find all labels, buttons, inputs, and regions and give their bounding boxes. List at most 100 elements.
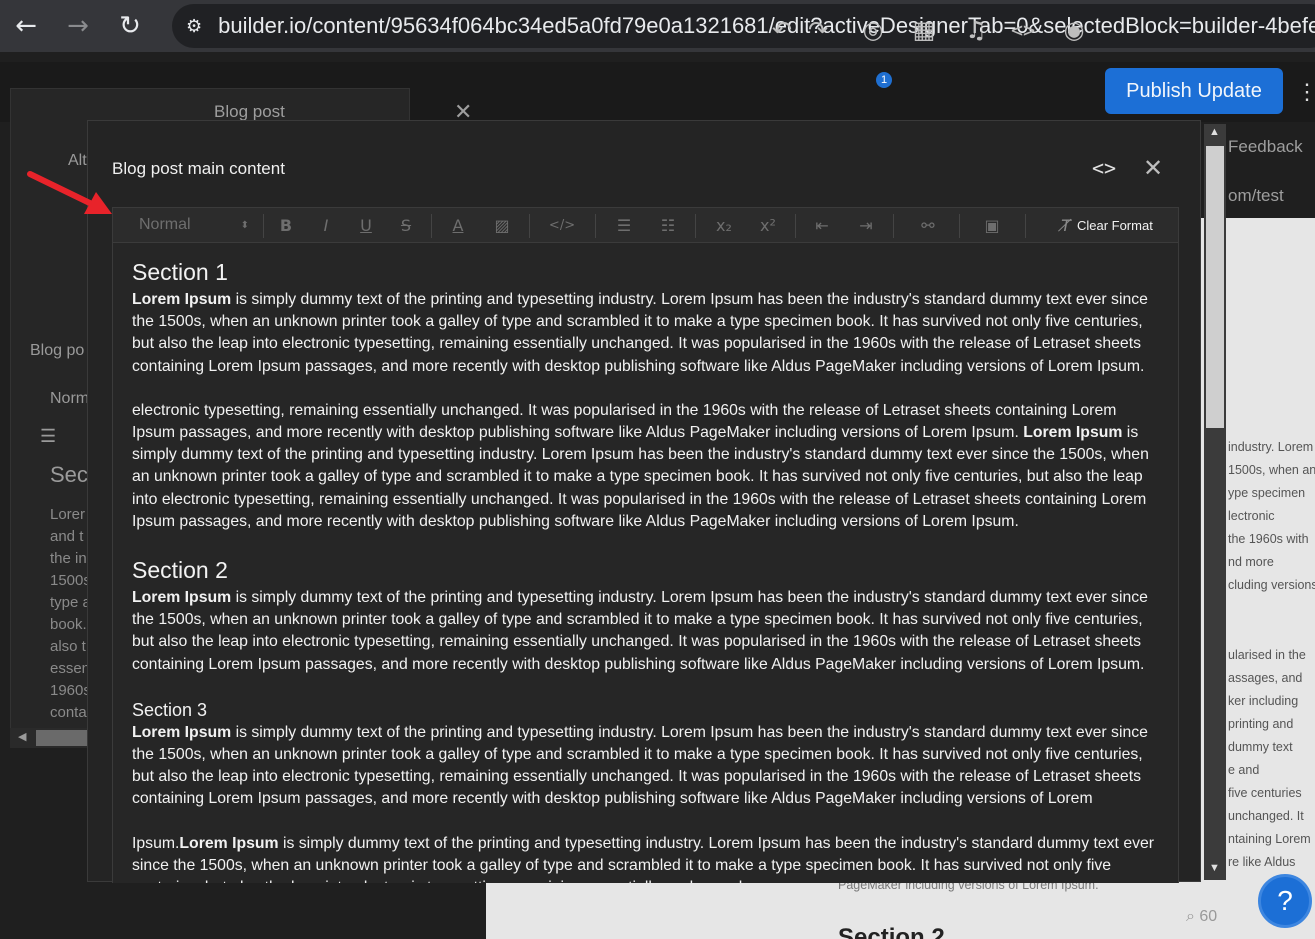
panel-heading: Sec bbox=[50, 462, 88, 487]
modal-title: Blog post main content bbox=[112, 159, 285, 178]
text-line: five centuries bbox=[1228, 786, 1302, 800]
ordered-list-icon[interactable]: ☰ bbox=[611, 208, 637, 242]
bold-text: Lorem Ipsum bbox=[132, 291, 232, 308]
help-button[interactable]: ? bbox=[1258, 874, 1312, 928]
format-select-value: Normal bbox=[139, 216, 191, 233]
text-line: the 1960s with bbox=[1228, 532, 1309, 546]
highlight-color-icon[interactable]: ▨ bbox=[489, 208, 515, 242]
clear-format-label: Clear Format bbox=[1076, 217, 1153, 233]
text-line: and t bbox=[50, 528, 84, 545]
underline-icon[interactable]: U bbox=[353, 208, 379, 242]
calendar-icon[interactable]: ▦ bbox=[908, 14, 940, 46]
text-line: industry. Lorem bbox=[1228, 440, 1314, 454]
toolbar-divider bbox=[529, 214, 530, 238]
text-line: 1960s bbox=[50, 682, 91, 699]
zoom-value: 60 bbox=[1199, 908, 1218, 925]
bold-icon[interactable]: B bbox=[273, 208, 299, 242]
format-select[interactable]: Norm bbox=[50, 390, 89, 408]
bell-icon[interactable]: ♫ bbox=[960, 14, 992, 46]
scroll-down-icon[interactable]: ▼ bbox=[1209, 862, 1220, 874]
text-line: nd more bbox=[1228, 555, 1274, 569]
toolbar-divider bbox=[959, 214, 960, 238]
clear-format-button[interactable]: T̸ Clear Format bbox=[1047, 208, 1167, 242]
text-line: dummy text bbox=[1228, 740, 1293, 754]
toolbar-divider bbox=[795, 214, 796, 238]
code-view-icon[interactable]: <> bbox=[1092, 156, 1116, 180]
blog-post-label: Blog po bbox=[30, 342, 85, 359]
modal-close-icon[interactable]: ✕ bbox=[1143, 154, 1163, 182]
rich-text-editor[interactable]: Section 1 Lorem Ipsum is simply dummy te… bbox=[112, 243, 1179, 883]
editor-content[interactable]: Section 1 Lorem Ipsum is simply dummy te… bbox=[132, 257, 1162, 883]
back-arrow-icon[interactable]: ← bbox=[0, 0, 52, 52]
redo-icon[interactable]: ↷ bbox=[802, 14, 834, 46]
paragraph-2: electronic typesetting, remaining essent… bbox=[132, 400, 1162, 533]
toolbar-divider bbox=[431, 214, 432, 238]
text-line: unchanged. It bbox=[1228, 809, 1304, 823]
more-icon[interactable]: ⋮ bbox=[1296, 72, 1315, 112]
italic-icon[interactable]: I bbox=[313, 208, 339, 242]
text-line: assages, and bbox=[1228, 671, 1303, 685]
text-line: ker including bbox=[1228, 694, 1299, 708]
notification-badge: 1 bbox=[876, 72, 892, 88]
text-line: conta bbox=[50, 704, 87, 721]
paragraph-1-text: is simply dummy text of the printing and… bbox=[132, 291, 1148, 375]
superscript-icon[interactable]: x² bbox=[755, 208, 781, 242]
select-arrow-icon: ⬍ bbox=[240, 219, 249, 231]
text-line: book. bbox=[50, 616, 87, 633]
link-icon[interactable]: ⚯ bbox=[915, 208, 941, 242]
target-icon[interactable]: ◎ bbox=[857, 14, 889, 46]
reload-icon[interactable]: ↻ bbox=[104, 0, 156, 52]
section-3-heading: Section 3 bbox=[132, 699, 208, 720]
bold-text: Lorem Ipsum bbox=[132, 589, 232, 607]
scroll-up-icon[interactable]: ▲ bbox=[1209, 126, 1220, 138]
undo-icon[interactable]: ↶ bbox=[766, 14, 798, 46]
indent-icon[interactable]: ⇥ bbox=[853, 208, 879, 242]
paragraph-5: Ipsum.Lorem Ipsum is simply dummy text o… bbox=[132, 833, 1162, 883]
section-1-heading: Section 1 bbox=[132, 259, 228, 285]
text-line: e and bbox=[1228, 763, 1260, 777]
bullet-list-icon[interactable]: ☷ bbox=[655, 208, 681, 242]
strikethrough-icon[interactable]: S bbox=[393, 208, 419, 242]
text-line: ype specimen bbox=[1228, 486, 1306, 500]
browser-toolbar: ← → ↻ ⚙ builder.io/content/95634f064bc34… bbox=[0, 0, 1315, 52]
subscript-icon[interactable]: x₂ bbox=[711, 208, 737, 242]
paragraph-5-text-b: is simply dummy text of the printing and… bbox=[132, 834, 1155, 883]
text-color-icon[interactable]: A bbox=[445, 208, 471, 242]
preview-url[interactable]: om/test bbox=[1228, 186, 1284, 206]
rich-text-toolbar: Normal ⬍ B I U S A ▨ </> ☰ ☷ x₂ x² ⇤ ⇥ ⚯… bbox=[112, 207, 1179, 243]
code-block-icon[interactable]: </> bbox=[549, 208, 575, 242]
format-select[interactable]: Normal ⬍ bbox=[139, 208, 249, 242]
eye-icon[interactable]: ◉ bbox=[1058, 14, 1090, 46]
clear-format-icon: T̸ bbox=[1061, 215, 1071, 235]
feedback-link[interactable]: Feedback bbox=[1228, 137, 1303, 157]
forward-arrow-icon[interactable]: → bbox=[52, 0, 104, 52]
paragraph-4-text: is simply dummy text of the printing and… bbox=[132, 723, 1148, 808]
text-line: the in bbox=[50, 550, 87, 567]
text-line: 1500s, when an bbox=[1228, 463, 1315, 477]
text-line: ularised in the bbox=[1228, 648, 1306, 662]
zoom-level[interactable]: ⌕ 60 bbox=[1186, 908, 1217, 926]
paragraph-5-text-a: Ipsum. bbox=[132, 834, 180, 852]
question-icon: ? bbox=[1277, 885, 1293, 916]
site-settings-icon[interactable]: ⚙ bbox=[186, 13, 202, 39]
text-line: re like Aldus bbox=[1228, 855, 1296, 869]
code-icon[interactable]: <> bbox=[1007, 14, 1039, 46]
panel-title: Blog post bbox=[214, 102, 285, 121]
image-icon[interactable]: ▣ bbox=[979, 208, 1005, 242]
scroll-left-icon[interactable]: ◀ bbox=[18, 730, 26, 743]
outdent-icon[interactable]: ⇤ bbox=[809, 208, 835, 242]
address-bar[interactable]: ⚙ builder.io/content/95634f064bc34ed5a0f… bbox=[172, 4, 1315, 48]
text-line: lectronic bbox=[1228, 509, 1275, 523]
text-line: 1500s bbox=[50, 572, 91, 589]
bold-text: Lorem Ipsum bbox=[179, 834, 279, 852]
paragraph-3: Lorem Ipsum is simply dummy text of the … bbox=[132, 587, 1162, 676]
text-line: type a bbox=[50, 594, 91, 611]
publish-update-button[interactable]: Publish Update bbox=[1105, 68, 1283, 114]
paragraph-2-text-a: electronic typesetting, remaining essent… bbox=[132, 401, 1117, 442]
bold-text: Lorem Ipsum bbox=[1023, 424, 1123, 442]
text-line: essen bbox=[50, 660, 91, 677]
text-line: also t bbox=[50, 638, 86, 655]
ordered-list-icon[interactable]: ☰ bbox=[40, 426, 56, 447]
modal-scroll-thumb[interactable] bbox=[1206, 146, 1224, 428]
section-2-heading: Section 2 bbox=[132, 557, 228, 584]
